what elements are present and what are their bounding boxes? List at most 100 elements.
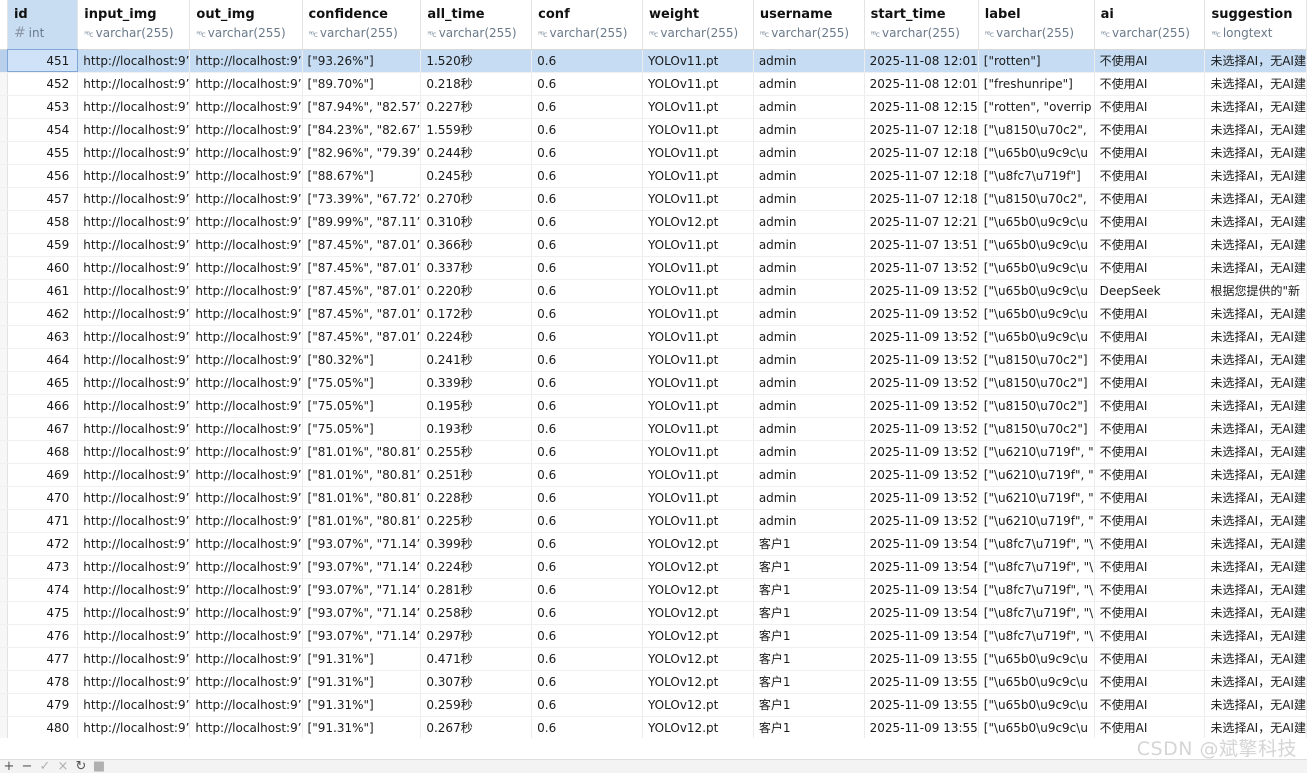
table-row[interactable]: 455 http://localhost:9’ http://localhost:9… <box>0 141 1307 165</box>
row-selector[interactable] <box>0 233 8 257</box>
column-header-id[interactable]: id # int <box>7 0 79 50</box>
cell-input-img[interactable]: http://localhost:9’ <box>77 325 191 349</box>
cell-conf[interactable]: 0.6 <box>531 325 643 349</box>
table-row[interactable]: 474 http://localhost:9’ http://localhost:9… <box>0 578 1307 602</box>
cell-out-img[interactable]: http://localhost:9’ <box>189 325 303 349</box>
cell-label[interactable]: ["\u6210\u719f", " <box>978 440 1095 464</box>
cell-input-img[interactable]: http://localhost:9’ <box>77 555 191 579</box>
cell-id[interactable]: 451 <box>7 49 79 73</box>
cell-conf[interactable]: 0.6 <box>531 463 643 487</box>
cell-suggestion[interactable]: 未选择AI，无AI建 <box>1204 49 1307 73</box>
cell-id[interactable]: 457 <box>7 187 79 211</box>
refresh-button[interactable]: ↻ <box>72 760 90 773</box>
row-selector[interactable] <box>0 348 8 372</box>
column-header-ai[interactable]: ai ᴿᴮc varchar(255) <box>1094 0 1206 50</box>
column-header-confidence[interactable]: confidence ᴿᴮc varchar(255) <box>302 0 422 50</box>
cell-suggestion[interactable]: 未选择AI，无AI建 <box>1204 532 1307 556</box>
cell-ai[interactable]: 不使用AI <box>1094 670 1206 694</box>
cell-username[interactable]: 客户1 <box>753 578 865 602</box>
cell-weight[interactable]: YOLOv11.pt <box>642 49 754 73</box>
cell-suggestion[interactable]: 未选择AI，无AI建 <box>1204 463 1307 487</box>
cell-weight[interactable]: YOLOv11.pt <box>642 302 754 326</box>
cell-ai[interactable]: 不使用AI <box>1094 187 1206 211</box>
cell-start-time[interactable]: 2025-11-09 13:52 <box>864 486 979 510</box>
cell-confidence[interactable]: ["82.96%", "79.39’ <box>302 141 422 165</box>
table-row[interactable]: 468 http://localhost:9’ http://localhost:9… <box>0 440 1307 464</box>
cell-ai[interactable]: 不使用AI <box>1094 256 1206 280</box>
cell-input-img[interactable]: http://localhost:9’ <box>77 601 191 625</box>
cell-conf[interactable]: 0.6 <box>531 233 643 257</box>
cell-out-img[interactable]: http://localhost:9’ <box>189 49 303 73</box>
cell-weight[interactable]: YOLOv12.pt <box>642 210 754 234</box>
row-selector[interactable] <box>0 716 8 738</box>
cell-all-time[interactable]: 0.220秒 <box>420 279 533 303</box>
cell-out-img[interactable]: http://localhost:9’ <box>189 417 303 441</box>
cell-all-time[interactable]: 0.195秒 <box>420 394 533 418</box>
cell-id[interactable]: 452 <box>7 72 79 96</box>
cell-out-img[interactable]: http://localhost:9’ <box>189 486 303 510</box>
cell-label[interactable]: ["\u8fc7\u719f", "\ <box>978 532 1095 556</box>
table-row[interactable]: 471 http://localhost:9’ http://localhost:9… <box>0 509 1307 533</box>
cell-label[interactable]: ["\u8fc7\u719f", "\ <box>978 624 1095 648</box>
table-row[interactable]: 452 http://localhost:9’ http://localhost:9… <box>0 72 1307 96</box>
cell-suggestion[interactable]: 未选择AI，无AI建 <box>1204 371 1307 395</box>
cell-label[interactable]: ["\u65b0\u9c9c\u <box>978 210 1095 234</box>
cell-confidence[interactable]: ["87.45%", "87.01’ <box>302 302 422 326</box>
cell-label[interactable]: ["\u65b0\u9c9c\u <box>978 233 1095 257</box>
cell-input-img[interactable]: http://localhost:9’ <box>77 578 191 602</box>
cell-input-img[interactable]: http://localhost:9’ <box>77 187 191 211</box>
cell-all-time[interactable]: 0.399秒 <box>420 532 533 556</box>
cell-label[interactable]: ["\u65b0\u9c9c\u <box>978 279 1095 303</box>
cell-username[interactable]: admin <box>753 141 865 165</box>
cell-suggestion[interactable]: 未选择AI，无AI建 <box>1204 555 1307 579</box>
cell-label[interactable]: ["\u8150\u70c2", <box>978 118 1095 142</box>
cell-input-img[interactable]: http://localhost:9’ <box>77 486 191 510</box>
cell-label[interactable]: ["rotten"] <box>978 49 1095 73</box>
data-grid[interactable]: id # int input_img ᴿᴮc varchar(255) out_img ᴿᴮc… <box>0 0 1307 738</box>
cell-suggestion[interactable]: 未选择AI，无AI建 <box>1204 325 1307 349</box>
cell-input-img[interactable]: http://localhost:9’ <box>77 670 191 694</box>
cell-conf[interactable]: 0.6 <box>531 394 643 418</box>
cell-ai[interactable]: 不使用AI <box>1094 555 1206 579</box>
row-selector[interactable] <box>0 486 8 510</box>
row-selector[interactable] <box>0 72 8 96</box>
cell-out-img[interactable]: http://localhost:9’ <box>189 256 303 280</box>
cell-id[interactable]: 479 <box>7 693 79 717</box>
cell-confidence[interactable]: ["75.05%"] <box>302 371 422 395</box>
cell-out-img[interactable]: http://localhost:9’ <box>189 463 303 487</box>
cell-all-time[interactable]: 0.270秒 <box>420 187 533 211</box>
cell-weight[interactable]: YOLOv11.pt <box>642 486 754 510</box>
row-selector[interactable] <box>0 555 8 579</box>
cell-weight[interactable]: YOLOv11.pt <box>642 325 754 349</box>
cell-id[interactable]: 476 <box>7 624 79 648</box>
cell-out-img[interactable]: http://localhost:9’ <box>189 601 303 625</box>
cell-conf[interactable]: 0.6 <box>531 647 643 671</box>
cell-input-img[interactable]: http://localhost:9’ <box>77 164 191 188</box>
row-selector[interactable] <box>0 164 8 188</box>
cell-start-time[interactable]: 2025-11-09 13:55 <box>864 693 979 717</box>
cell-label[interactable]: ["\u6210\u719f", " <box>978 486 1095 510</box>
cell-conf[interactable]: 0.6 <box>531 601 643 625</box>
cell-all-time[interactable]: 0.218秒 <box>420 72 533 96</box>
cell-id[interactable]: 455 <box>7 141 79 165</box>
table-row[interactable]: 461 http://localhost:9’ http://localhost:9… <box>0 279 1307 303</box>
cell-input-img[interactable]: http://localhost:9’ <box>77 371 191 395</box>
cell-ai[interactable]: 不使用AI <box>1094 624 1206 648</box>
cell-username[interactable]: 客户1 <box>753 555 865 579</box>
cell-input-img[interactable]: http://localhost:9’ <box>77 348 191 372</box>
row-selector[interactable] <box>0 256 8 280</box>
cell-start-time[interactable]: 2025-11-09 13:55 <box>864 647 979 671</box>
cell-conf[interactable]: 0.6 <box>531 141 643 165</box>
cell-username[interactable]: 客户1 <box>753 624 865 648</box>
cell-weight[interactable]: YOLOv11.pt <box>642 394 754 418</box>
cell-id[interactable]: 453 <box>7 95 79 119</box>
cell-id[interactable]: 464 <box>7 348 79 372</box>
cell-id[interactable]: 474 <box>7 578 79 602</box>
cell-weight[interactable]: YOLOv12.pt <box>642 670 754 694</box>
table-row[interactable]: 478 http://localhost:9’ http://localhost:9… <box>0 670 1307 694</box>
cell-input-img[interactable]: http://localhost:9’ <box>77 72 191 96</box>
cell-suggestion[interactable]: 未选择AI，无AI建 <box>1204 693 1307 717</box>
cell-input-img[interactable]: http://localhost:9’ <box>77 118 191 142</box>
cell-all-time[interactable]: 0.224秒 <box>420 555 533 579</box>
cell-label[interactable]: ["\u6210\u719f", " <box>978 463 1095 487</box>
